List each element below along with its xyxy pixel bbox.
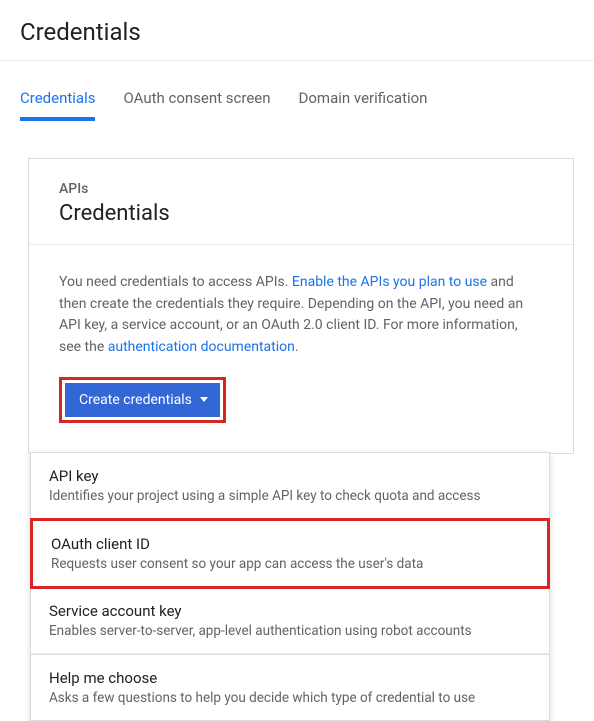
credentials-card: APIs Credentials You need credentials to… (28, 158, 574, 454)
info-post: . (295, 339, 299, 355)
dropdown-item-oauth-client-id[interactable]: OAuth client ID Requests user consent so… (30, 518, 550, 589)
chevron-down-icon (200, 397, 208, 402)
dropdown-item-api-key[interactable]: API key Identifies your project using a … (31, 453, 549, 519)
dropdown-item-title: Help me choose (49, 669, 531, 687)
tabs: Credentials OAuth consent screen Domain … (0, 89, 594, 122)
create-credentials-button[interactable]: Create credentials (65, 383, 220, 417)
page-title: Credentials (20, 18, 574, 46)
info-pre: You need credentials to access APIs. (59, 274, 292, 290)
tab-domain-verification[interactable]: Domain verification (299, 89, 428, 121)
dropdown-item-title: API key (49, 467, 531, 485)
dropdown-item-title: Service account key (49, 602, 531, 620)
dropdown-item-desc: Asks a few questions to help you decide … (49, 690, 531, 706)
create-credentials-dropdown: API key Identifies your project using a … (30, 452, 550, 721)
tab-credentials[interactable]: Credentials (20, 89, 95, 121)
card-eyebrow: APIs (59, 181, 543, 197)
dropdown-item-desc: Requests user consent so your app can ac… (51, 556, 529, 572)
dropdown-item-title: OAuth client ID (51, 535, 529, 553)
dropdown-item-desc: Identifies your project using a simple A… (49, 488, 531, 504)
auth-doc-link[interactable]: authentication documentation (108, 339, 295, 355)
card-title: Credentials (59, 201, 543, 226)
dropdown-item-service-account-key[interactable]: Service account key Enables server-to-se… (31, 588, 549, 654)
enable-apis-link[interactable]: Enable the APIs you plan to use (292, 274, 487, 290)
card-body: You need credentials to access APIs. Ena… (29, 245, 573, 453)
dropdown-item-desc: Enables server-to-server, app-level auth… (49, 623, 531, 639)
create-credentials-highlight: Create credentials (59, 377, 226, 423)
page-header: Credentials (0, 0, 594, 61)
tab-oauth-consent-screen[interactable]: OAuth consent screen (123, 89, 270, 121)
info-text: You need credentials to access APIs. Ena… (59, 272, 543, 359)
create-credentials-label: Create credentials (79, 392, 192, 408)
card-header: APIs Credentials (29, 159, 573, 245)
dropdown-item-help-me-choose[interactable]: Help me choose Asks a few questions to h… (31, 654, 549, 720)
